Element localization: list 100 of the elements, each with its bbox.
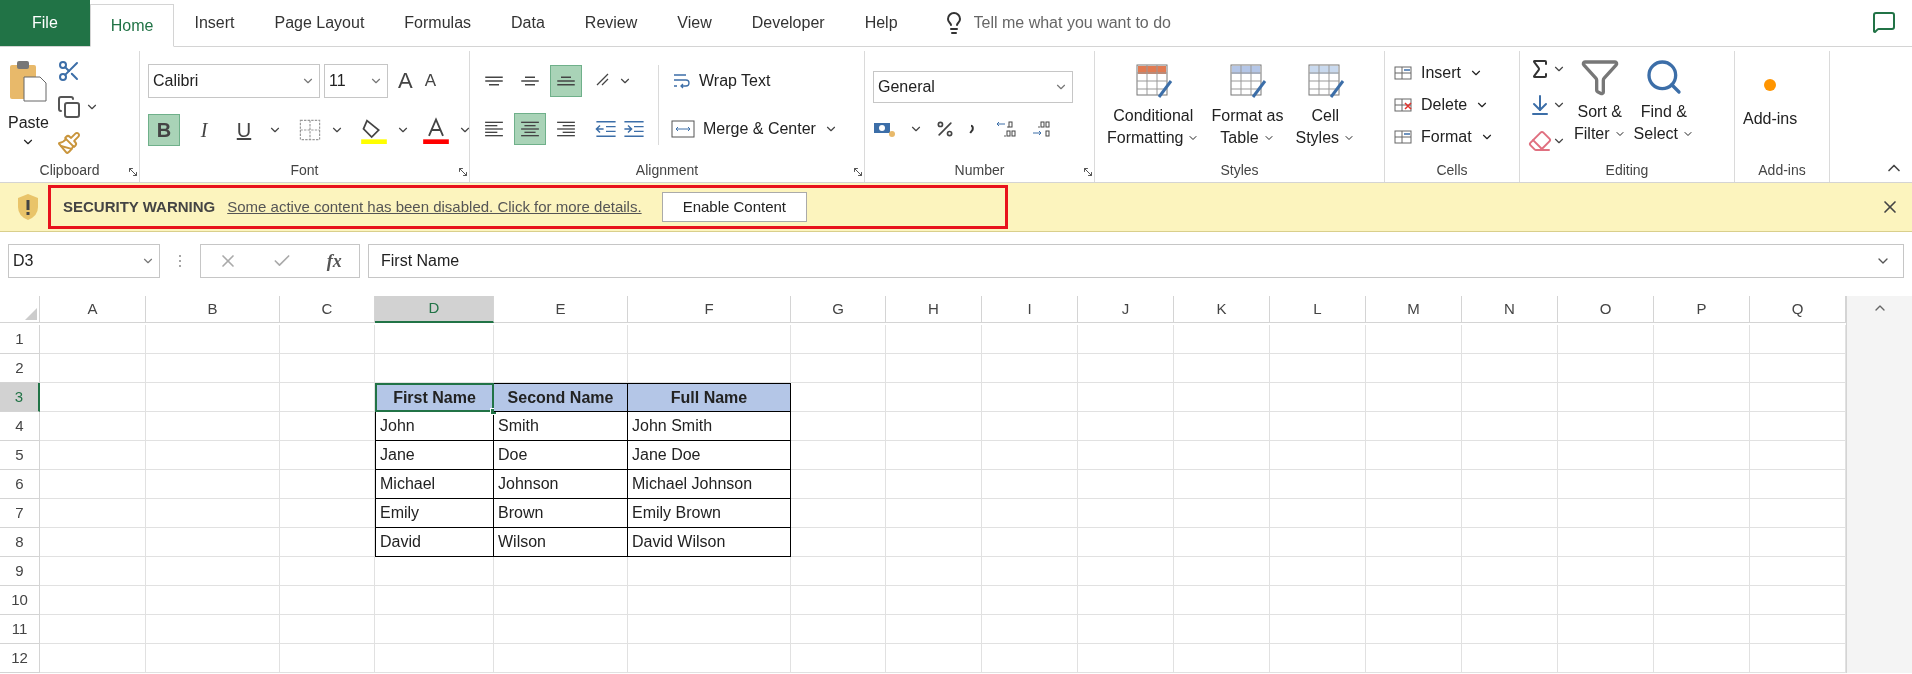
empty-cell[interactable] — [1654, 441, 1750, 470]
empty-cell[interactable] — [628, 586, 791, 615]
empty-cell[interactable] — [280, 499, 375, 528]
insert-function-button[interactable]: fx — [326, 247, 342, 275]
empty-cell[interactable] — [1558, 499, 1654, 528]
empty-cell[interactable] — [40, 528, 146, 557]
empty-cell[interactable] — [791, 499, 886, 528]
tell-me-field[interactable]: Tell me what you want to do — [973, 11, 1274, 35]
empty-cell[interactable] — [1270, 615, 1366, 644]
horizontal-align-button[interactable] — [514, 112, 546, 145]
empty-cell[interactable] — [791, 644, 886, 673]
empty-cell[interactable] — [1654, 586, 1750, 615]
empty-cell[interactable] — [1270, 499, 1366, 528]
empty-cell[interactable] — [1174, 586, 1270, 615]
empty-cell[interactable] — [982, 354, 1078, 383]
empty-cell[interactable] — [1558, 528, 1654, 557]
empty-cell[interactable] — [791, 615, 886, 644]
empty-cell[interactable] — [886, 441, 982, 470]
empty-cell[interactable] — [1270, 383, 1366, 412]
empty-cell[interactable] — [1174, 325, 1270, 354]
empty-cell[interactable] — [791, 586, 886, 615]
empty-cell[interactable] — [494, 557, 628, 586]
comments-icon[interactable] — [1872, 10, 1896, 34]
column-header[interactable]: M — [1366, 296, 1462, 323]
empty-cell[interactable] — [1462, 383, 1558, 412]
empty-cell[interactable] — [1078, 383, 1174, 412]
empty-cell[interactable] — [1174, 470, 1270, 499]
column-header[interactable]: P — [1654, 296, 1750, 323]
empty-cell[interactable] — [1462, 644, 1558, 673]
formula-input[interactable]: First Name — [368, 244, 1904, 278]
empty-cell[interactable] — [1174, 615, 1270, 644]
empty-cell[interactable] — [40, 325, 146, 354]
empty-cell[interactable] — [886, 383, 982, 412]
font-style-button[interactable]: I — [188, 113, 220, 146]
row-header[interactable]: 1 — [0, 325, 40, 354]
empty-cell[interactable] — [982, 586, 1078, 615]
empty-cell[interactable] — [146, 325, 280, 354]
empty-cell[interactable] — [1270, 470, 1366, 499]
empty-cell[interactable] — [1078, 470, 1174, 499]
paste-button[interactable]: Paste — [8, 54, 49, 149]
column-header[interactable]: J — [1078, 296, 1174, 323]
empty-cell[interactable] — [280, 441, 375, 470]
empty-cell[interactable] — [1654, 499, 1750, 528]
font-size-dropdown[interactable]: 11 — [324, 63, 388, 98]
ribbon-tab[interactable]: Home — [89, 4, 175, 47]
column-header[interactable]: E — [494, 296, 628, 323]
copy-icon[interactable] — [56, 94, 81, 119]
empty-cell[interactable] — [1654, 644, 1750, 673]
empty-cell[interactable] — [40, 470, 146, 499]
row-header[interactable]: 5 — [0, 441, 40, 470]
empty-cell[interactable] — [791, 528, 886, 557]
empty-cell[interactable] — [146, 354, 280, 383]
empty-cell[interactable] — [1462, 412, 1558, 441]
empty-cell[interactable] — [146, 470, 280, 499]
empty-cell[interactable] — [1462, 354, 1558, 383]
empty-cell[interactable] — [1270, 528, 1366, 557]
empty-cell[interactable] — [1654, 557, 1750, 586]
empty-cell[interactable] — [1174, 383, 1270, 412]
empty-cell[interactable] — [280, 354, 375, 383]
empty-cell[interactable] — [1558, 644, 1654, 673]
empty-cell[interactable] — [1366, 441, 1462, 470]
row-header[interactable]: 12 — [0, 644, 40, 673]
empty-cell[interactable] — [982, 615, 1078, 644]
grow-font-button[interactable]: A — [396, 69, 415, 92]
empty-cell[interactable] — [791, 557, 886, 586]
empty-cell[interactable] — [1270, 412, 1366, 441]
dialog-launcher-icon[interactable] — [1082, 166, 1094, 178]
vertical-align-button[interactable] — [550, 64, 582, 97]
empty-cell[interactable] — [1174, 557, 1270, 586]
empty-cell[interactable] — [982, 441, 1078, 470]
editing-button[interactable]: Find & Select — [1633, 56, 1695, 145]
empty-cell[interactable] — [1270, 644, 1366, 673]
empty-cell[interactable] — [1078, 499, 1174, 528]
empty-cell[interactable] — [494, 586, 628, 615]
empty-cell[interactable] — [40, 586, 146, 615]
dialog-launcher-icon[interactable] — [457, 166, 469, 178]
empty-cell[interactable] — [1462, 441, 1558, 470]
empty-cell[interactable] — [40, 499, 146, 528]
styles-button[interactable]: Conditional Formatting — [1103, 60, 1204, 149]
empty-cell[interactable] — [982, 499, 1078, 528]
empty-cell[interactable] — [886, 644, 982, 673]
empty-cell[interactable] — [1462, 615, 1558, 644]
empty-cell[interactable] — [1174, 441, 1270, 470]
empty-cell[interactable] — [146, 586, 280, 615]
row-header[interactable]: 6 — [0, 470, 40, 499]
ribbon-tab[interactable]: Review — [564, 0, 658, 46]
cells-button[interactable]: Format — [1393, 124, 1494, 149]
empty-cell[interactable] — [375, 325, 494, 354]
column-header[interactable]: A — [40, 296, 146, 323]
row-header[interactable]: 3 — [0, 383, 40, 412]
empty-cell[interactable] — [146, 412, 280, 441]
empty-cell[interactable] — [1366, 644, 1462, 673]
empty-cell[interactable] — [1078, 354, 1174, 383]
empty-cell[interactable] — [628, 325, 791, 354]
empty-cell[interactable] — [1078, 586, 1174, 615]
empty-cell[interactable] — [1558, 325, 1654, 354]
empty-cell[interactable] — [886, 586, 982, 615]
empty-cell[interactable] — [280, 644, 375, 673]
details-link[interactable]: Some active content has been disabled. Click for more details. — [227, 195, 642, 219]
empty-cell[interactable] — [628, 557, 791, 586]
